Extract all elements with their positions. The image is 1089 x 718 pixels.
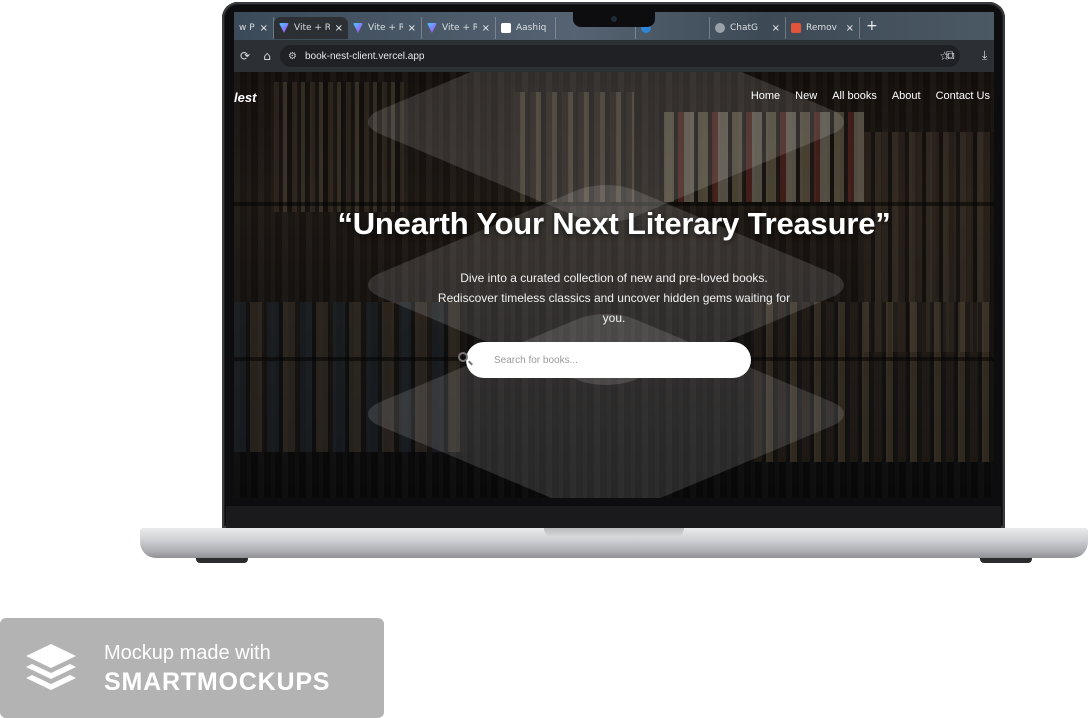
camera-notch	[573, 12, 655, 27]
tab-title: Aashiq	[516, 23, 547, 33]
search-bar[interactable]	[458, 342, 751, 378]
download-icon[interactable]: ⤓	[982, 48, 987, 63]
search-input[interactable]	[492, 353, 736, 367]
tab-title: Vite + R	[368, 23, 403, 33]
browser-tab[interactable]: Vite + R ×	[348, 17, 422, 39]
new-tab-icon[interactable]: +	[866, 18, 878, 34]
tab-title: Remov	[806, 23, 837, 33]
webpage-hero: lest Home New All books About Contact Us…	[234, 72, 994, 498]
browser-tab[interactable]: Aashiq	[496, 17, 556, 39]
site-logo[interactable]: lest	[234, 90, 256, 105]
hero-subtitle: Dive into a curated collection of new an…	[437, 271, 791, 325]
site-info-icon[interactable]: ⚙	[288, 51, 297, 62]
close-icon[interactable]: ×	[846, 23, 854, 34]
close-icon[interactable]: ×	[482, 23, 490, 34]
browser-tab[interactable]: Remov ×	[786, 17, 860, 39]
browser-tab[interactable]: w Pr ×	[234, 17, 274, 39]
vite-icon	[353, 23, 363, 33]
close-icon[interactable]: ×	[260, 23, 268, 34]
close-icon[interactable]: ×	[335, 23, 343, 34]
vite-icon	[279, 23, 289, 33]
laptop-screen: w Pr × Vite + R × Vite + R × Vite + R × …	[234, 12, 994, 498]
user-icon	[501, 23, 511, 33]
screen-bezel	[226, 506, 1001, 528]
site-nav: Home New All books About Contact Us	[751, 90, 990, 102]
address-bar[interactable]: ⚙ book-nest-client.vercel.app ☆	[280, 45, 960, 67]
tab-title: ChatG	[730, 23, 759, 33]
nav-home[interactable]: Home	[751, 90, 780, 102]
smartmockups-badge[interactable]: Mockup made with SMARTMOCKUPS	[0, 618, 384, 718]
tab-title: Vite + R	[294, 23, 330, 33]
tab-title: Vite + R	[442, 23, 477, 33]
browser-tab[interactable]: ChatG ×	[710, 17, 786, 39]
chatgpt-icon	[715, 23, 725, 33]
extensions-icon[interactable]: ⧉	[946, 48, 955, 63]
layers-logo-icon	[26, 644, 76, 690]
home-icon[interactable]: ⌂	[256, 49, 278, 63]
nav-new[interactable]: New	[795, 90, 817, 102]
url-text[interactable]: book-nest-client.vercel.app	[305, 51, 425, 62]
remove-icon	[791, 23, 801, 33]
laptop-lip	[544, 528, 684, 537]
nav-about[interactable]: About	[892, 90, 921, 102]
badge-line1: Mockup made with	[104, 642, 271, 664]
nav-all-books[interactable]: All books	[832, 90, 877, 102]
close-icon[interactable]: ×	[408, 23, 416, 34]
hero-headline: “Unearth Your Next Literary Treasure”	[337, 206, 891, 241]
browser-tab-active[interactable]: Vite + R ×	[274, 17, 348, 39]
close-icon[interactable]: ×	[772, 23, 780, 34]
reload-icon[interactable]: ⟳	[234, 49, 256, 63]
browser-tab[interactable]: Vite + R ×	[422, 17, 496, 39]
browser-toolbar: ⟳ ⌂ ⚙ book-nest-client.vercel.app ☆ ⧉ ⤓	[234, 40, 994, 72]
badge-line2: SMARTMOCKUPS	[104, 668, 331, 696]
vite-icon	[427, 23, 437, 33]
camera-icon	[611, 16, 617, 22]
tab-title: w Pr	[239, 23, 255, 33]
laptop-foot	[196, 558, 248, 563]
laptop-foot	[980, 558, 1032, 563]
search-icon	[458, 352, 468, 362]
nav-contact-us[interactable]: Contact Us	[936, 90, 990, 102]
